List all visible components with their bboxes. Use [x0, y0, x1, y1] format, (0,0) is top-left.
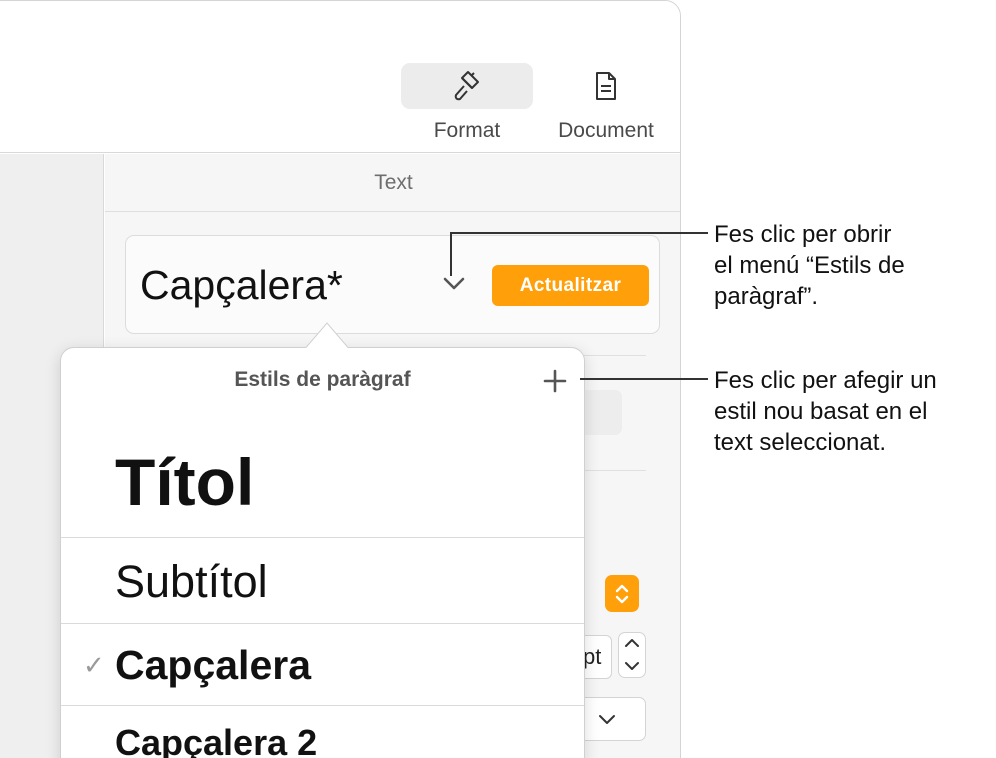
style-item-subtitol[interactable]: Subtítol	[61, 538, 584, 624]
style-item-label: Capçalera 2	[115, 722, 318, 758]
document-icon	[596, 72, 616, 100]
callout-leader-menu	[450, 232, 452, 276]
sidebar-tab-text[interactable]: Text	[105, 154, 680, 212]
checkmark-icon: ✓	[83, 650, 105, 680]
paragraph-styles-popover: Estils de paràgraf Títol Subtítol ✓ Capç…	[60, 347, 585, 758]
callout-menu-text: Fes clic per obrir el menú “Estils de pa…	[714, 219, 994, 312]
up-down-arrows-icon	[615, 584, 629, 603]
paintbrush-icon	[454, 71, 479, 101]
callout-line: paràgraf”.	[714, 283, 819, 310]
add-style-icon[interactable]	[543, 369, 567, 393]
document-label: Document	[558, 119, 654, 142]
chevron-down-icon	[599, 715, 615, 724]
document-icon-box[interactable]	[540, 63, 672, 109]
style-item-capcalera-2[interactable]: Capçalera 2	[61, 706, 584, 758]
callout-line: estil nou basat en el	[714, 398, 928, 425]
style-item-titol[interactable]: Títol	[61, 418, 584, 538]
callout-line: text seleccionat.	[714, 429, 887, 456]
paragraph-style-selector[interactable]: Capçalera* Actualitzar	[125, 235, 660, 334]
style-stepper[interactable]	[605, 575, 639, 612]
format-label: Format	[433, 119, 501, 142]
font-size-stepper[interactable]	[618, 632, 646, 678]
section-divider	[584, 355, 646, 356]
callout-leader-menu	[450, 232, 708, 234]
style-item-label: Subtítol	[115, 556, 268, 607]
format-icon-box[interactable]	[401, 63, 533, 109]
update-style-button[interactable]: Actualitzar	[492, 265, 649, 306]
style-item-capcalera[interactable]: ✓ Capçalera	[61, 624, 584, 706]
popover-title: Estils de paràgraf	[234, 368, 411, 391]
callout-line: Fes clic per afegir un	[714, 367, 937, 394]
up-down-arrows-icon	[625, 639, 639, 670]
callout-add-text: Fes clic per afegir un estil nou basat e…	[714, 365, 996, 458]
section-divider	[584, 470, 646, 471]
chevron-down-icon[interactable]	[442, 276, 466, 292]
callout-leader-add	[580, 378, 708, 380]
toolbar: Format Document	[0, 1, 680, 153]
callout-line: el menú “Estils de	[714, 252, 905, 279]
callout-line: Fes clic per obrir	[714, 221, 892, 248]
format-button[interactable]: Format	[401, 63, 533, 143]
current-style-name: Capçalera*	[140, 262, 343, 308]
style-item-label: Capçalera	[115, 642, 312, 688]
style-item-label: Títol	[115, 445, 255, 519]
document-button[interactable]: Document	[540, 63, 672, 143]
popover-arrow	[306, 322, 348, 348]
